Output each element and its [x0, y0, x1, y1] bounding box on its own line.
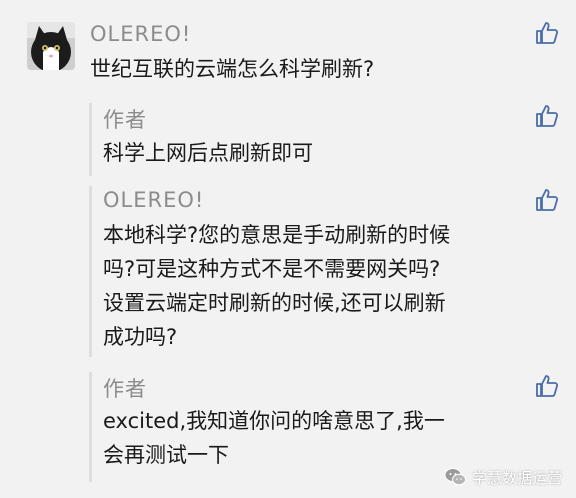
reply-text-line: 设置云端定时刷新的时候,还可以刷新 [103, 291, 446, 315]
thumbs-up-icon[interactable] [534, 373, 560, 399]
watermark-text: 学慧数据运营 [471, 468, 562, 487]
thumbs-up-icon[interactable] [534, 187, 560, 213]
reply-text-line: 科学上网后点刷新即可 [103, 141, 313, 165]
reply-author: OLEREO! [103, 188, 205, 212]
reply-indent-bar [89, 103, 92, 176]
reply-text-line: 本地科学?您的意思是手动刷新的时候 [103, 223, 451, 247]
reply-author: 作者 [103, 108, 147, 132]
comment-author: OLEREO! [90, 22, 192, 46]
wechat-icon [444, 468, 466, 486]
comment-text-line: 世纪互联的云端怎么科学刷新? [90, 57, 375, 81]
reply-text-line: 会再测试一下 [103, 443, 229, 467]
avatar [27, 22, 75, 70]
watermark: 学慧数据运营 [444, 464, 562, 490]
reply-indent-bar [89, 186, 92, 357]
reply-text-line: 成功吗? [103, 325, 178, 349]
reply-indent-bar [89, 372, 92, 482]
reply-author: 作者 [103, 377, 147, 401]
thumbs-up-icon[interactable] [534, 20, 560, 46]
reply-text-line: excited,我知道你问的啥意思了,我一 [103, 409, 445, 433]
thumbs-up-icon[interactable] [534, 103, 560, 129]
reply-text-line: 吗?可是这种方式不是不需要网关吗? [103, 257, 441, 281]
